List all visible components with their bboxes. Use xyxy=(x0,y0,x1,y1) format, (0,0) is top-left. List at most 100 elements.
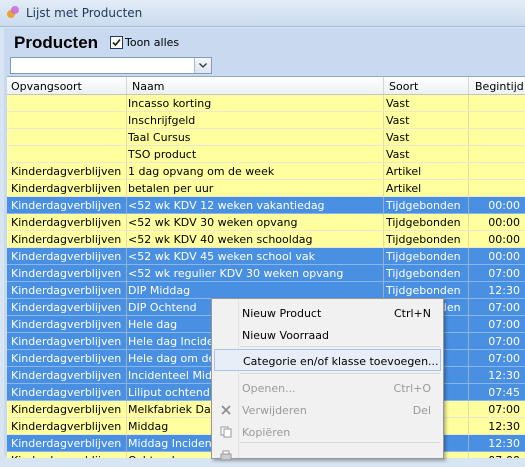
cell-opvangsoort: Kinderdagverblijven xyxy=(11,233,122,246)
cell-naam: Taal Cursus xyxy=(128,131,191,144)
cell-opvangsoort: Kinderdagverblijven xyxy=(11,335,122,348)
cell-opvangsoort: Kinderdagverblijven xyxy=(11,284,122,297)
cell-divider xyxy=(383,129,384,145)
cell-opvangsoort: Kinderdagverblijven xyxy=(11,267,122,280)
cell-naam: Inschrijfgeld xyxy=(128,114,196,127)
cell-divider xyxy=(468,384,469,400)
cell-divider xyxy=(383,282,384,298)
cell-divider xyxy=(468,231,469,247)
cell-naam: <52 wk KDV 45 weken school vak xyxy=(128,250,315,263)
menu-item-label: Nieuw Voorraad xyxy=(242,329,329,342)
cell-divider xyxy=(126,418,127,434)
menu-item[interactable] xyxy=(214,445,441,467)
cell-begintijd: 07:00 xyxy=(488,352,520,365)
toon-alles-checkbox[interactable] xyxy=(110,36,123,49)
cell-divider xyxy=(126,452,127,458)
column-divider[interactable] xyxy=(126,77,127,94)
cell-divider xyxy=(468,163,469,179)
cell-divider xyxy=(383,248,384,264)
filter-combobox[interactable] xyxy=(10,57,212,74)
cell-divider xyxy=(126,282,127,298)
cell-divider xyxy=(383,112,384,128)
column-divider[interactable] xyxy=(383,77,384,94)
table-row[interactable]: Kinderdagverblijven 1 dag opvang om de we… xyxy=(7,163,525,180)
cell-opvangsoort: Kinderdagverblijven xyxy=(11,199,122,212)
cell-begintijd: 12:30 xyxy=(488,369,520,382)
cell-divider xyxy=(468,418,469,434)
column-header-naam[interactable]: Naam xyxy=(132,80,164,93)
cell-divider xyxy=(383,95,384,111)
table-row[interactable]: Kinderdagverblijven <52 wk KDV 30 weken o… xyxy=(7,214,525,231)
cell-naam: <52 wk KDV 12 weken vakantiedag xyxy=(128,199,325,212)
cell-divider xyxy=(383,180,384,196)
cell-divider xyxy=(468,180,469,196)
table-row[interactable]: Kinderdagverblijven <52 wk KDV 45 weken s… xyxy=(7,248,525,265)
table-row[interactable]: Kinderdagverblijven <52 wk KDV 40 weken s… xyxy=(7,231,525,248)
cell-divider xyxy=(383,163,384,179)
menu-separator xyxy=(240,346,440,347)
cell-opvangsoort: Kinderdagverblijven xyxy=(11,165,122,178)
cell-begintijd: 00:00 xyxy=(488,233,520,246)
menu-item-shortcut: Del xyxy=(412,404,431,417)
table-row[interactable]: Taal Cursus Vast xyxy=(7,129,525,146)
menu-separator xyxy=(240,373,440,374)
menu-item-shortcut: Ctrl+N xyxy=(393,307,431,320)
cell-divider xyxy=(126,265,127,281)
cell-divider xyxy=(383,214,384,230)
cell-soort: Vast xyxy=(386,131,410,144)
menu-item-label: Openen... xyxy=(242,382,296,395)
cell-soort: Vast xyxy=(386,114,410,127)
table-row[interactable]: Kinderdagverblijven betalen per uur Artike… xyxy=(7,180,525,197)
menu-item-label: Verwijderen xyxy=(242,404,307,417)
cell-opvangsoort: Kinderdagverblijven xyxy=(11,437,122,450)
column-header-soort[interactable]: Soort xyxy=(389,80,418,93)
cell-opvangsoort: Kinderdagverblijven xyxy=(11,182,122,195)
cell-naam: TSO product xyxy=(128,148,197,161)
cell-naam: <52 wk KDV 40 weken schooldag xyxy=(128,233,313,246)
menu-item[interactable]: Openen... Ctrl+O xyxy=(214,377,441,399)
cell-begintijd: 07:00 xyxy=(488,301,520,314)
menu-item[interactable]: Nieuw Product Ctrl+N xyxy=(214,302,441,324)
cell-divider xyxy=(468,197,469,213)
cell-naam: <52 wk regulier KDV 30 weken opvang xyxy=(128,267,344,280)
column-divider[interactable] xyxy=(468,77,469,94)
cell-divider xyxy=(383,265,384,281)
cell-naam: 1 dag opvang om de week xyxy=(128,165,275,178)
menu-item[interactable]: Verwijderen Del xyxy=(214,399,441,421)
combo-dropdown-button[interactable] xyxy=(194,58,211,73)
cell-soort: Tijdgebonden xyxy=(386,199,461,212)
delete-x-icon xyxy=(221,405,231,415)
title-bar: Lijst met Producten xyxy=(0,0,525,27)
table-row[interactable]: Incasso korting Vast xyxy=(7,95,525,112)
menu-item-shortcut: Ctrl+O xyxy=(393,382,431,395)
cell-divider xyxy=(468,452,469,458)
cell-soort: Tijdgebonden xyxy=(386,216,461,229)
table-row[interactable]: Kinderdagverblijven <52 wk KDV 12 weken v… xyxy=(7,197,525,214)
cell-divider xyxy=(468,214,469,230)
cell-divider xyxy=(468,129,469,145)
cell-soort: Tijdgebonden xyxy=(386,284,461,297)
cell-divider xyxy=(126,146,127,162)
cell-divider xyxy=(468,299,469,315)
cell-soort: Vast xyxy=(386,97,410,110)
cell-begintijd: 07:00 xyxy=(488,318,520,331)
cell-divider xyxy=(126,231,127,247)
cell-divider xyxy=(126,299,127,315)
table-row[interactable]: Kinderdagverblijven <52 wk regulier KDV 3… xyxy=(7,265,525,282)
table-row[interactable]: TSO product Vast xyxy=(7,146,525,163)
cell-opvangsoort: Kinderdagverblijven xyxy=(11,420,122,433)
cell-divider xyxy=(468,401,469,417)
cell-opvangsoort: Kinderdagverblijven xyxy=(11,352,122,365)
table-row[interactable]: Kinderdagverblijven DIP Middag Tijdgebonde… xyxy=(7,282,525,299)
cell-soort: Tijdgebonden xyxy=(386,250,461,263)
table-row[interactable]: Inschrijfgeld Vast xyxy=(7,112,525,129)
menu-item[interactable]: Nieuw Voorraad xyxy=(214,324,441,346)
cell-soort: Vast xyxy=(386,148,410,161)
column-header-begintijd[interactable]: Begintijd xyxy=(475,80,524,93)
menu-item[interactable]: Kopiëren xyxy=(214,421,441,443)
cell-divider xyxy=(126,333,127,349)
menu-item[interactable]: Categorie en/of klasse toevoegen... xyxy=(214,349,441,371)
cell-begintijd: 07:00 xyxy=(470,454,520,458)
column-header-opvangsoort[interactable]: Opvangsoort xyxy=(11,80,82,93)
cell-divider xyxy=(126,367,127,383)
